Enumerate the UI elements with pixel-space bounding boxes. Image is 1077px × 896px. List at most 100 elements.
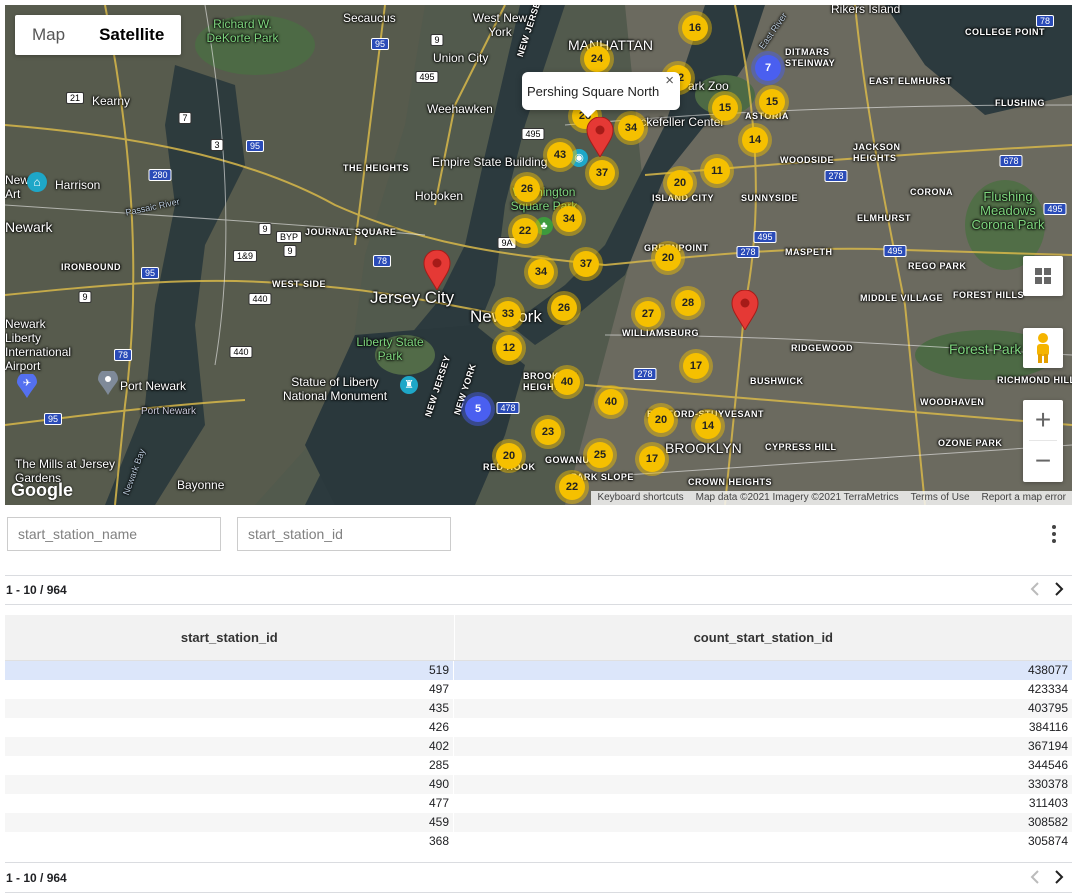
station-cluster[interactable]: 16: [682, 15, 708, 41]
station-cluster[interactable]: 33: [495, 301, 521, 327]
station-cluster[interactable]: 20: [496, 443, 522, 469]
station-cluster[interactable]: 14: [695, 413, 721, 439]
station-cluster[interactable]: 34: [556, 206, 582, 232]
previous-page-button[interactable]: [1026, 868, 1044, 886]
next-page-button[interactable]: [1050, 868, 1068, 886]
label-empire-state: Empire State Building: [432, 155, 548, 169]
station-cluster[interactable]: 5: [465, 396, 491, 422]
station-cluster[interactable]: 17: [639, 446, 665, 472]
station-cluster[interactable]: 14: [742, 127, 768, 153]
table-row[interactable]: 435 403795: [5, 699, 1072, 718]
map-data-text: Map data ©2021 Imagery ©2021 TerraMetric…: [695, 492, 899, 503]
pagination-range: 1 - 10 / 964: [6, 871, 67, 885]
fullscreen-button[interactable]: [1023, 256, 1063, 296]
table-row[interactable]: 497 423334: [5, 680, 1072, 699]
highway-shield: 95: [370, 38, 390, 50]
station-cluster[interactable]: 40: [598, 389, 624, 415]
station-cluster[interactable]: 20: [648, 407, 674, 433]
start-station-id-filter[interactable]: [237, 517, 451, 551]
map-type-satellite-button[interactable]: Satellite: [82, 15, 181, 55]
highway-shield: 278: [633, 368, 657, 380]
google-logo[interactable]: Google: [11, 480, 73, 501]
station-cluster[interactable]: 28: [675, 290, 701, 316]
previous-page-button[interactable]: [1026, 580, 1044, 598]
station-cluster[interactable]: 7: [755, 55, 781, 81]
museum-icon[interactable]: ⌂: [27, 172, 47, 192]
label-middle-village: MIDDLE VILLAGE: [860, 293, 943, 303]
table-row[interactable]: 490 330378: [5, 775, 1072, 794]
station-cluster[interactable]: 23: [535, 419, 561, 445]
table-row[interactable]: 426 384116: [5, 718, 1072, 737]
info-window: Pershing Square North ×: [522, 72, 680, 118]
satellite-map[interactable]: MANHATTAN Jersey City New York BROOKLYN …: [5, 5, 1072, 505]
highway-shield: 495: [753, 231, 777, 243]
station-cluster[interactable]: 22: [512, 218, 538, 244]
keyboard-shortcuts-link[interactable]: Keyboard shortcuts: [591, 491, 689, 505]
table-row[interactable]: 519 438077: [5, 661, 1072, 680]
start-station-name-filter[interactable]: [7, 517, 221, 551]
place-pin-icon[interactable]: [98, 369, 118, 395]
station-cluster[interactable]: 27: [635, 301, 661, 327]
station-cluster[interactable]: 24: [584, 46, 610, 72]
station-cluster[interactable]: 22: [559, 474, 585, 500]
map-type-control: Map Satellite: [15, 15, 182, 55]
station-cluster[interactable]: 43: [547, 142, 573, 168]
label-newark-airport: Newark Liberty International Airport: [5, 317, 72, 373]
station-cluster[interactable]: 11: [704, 158, 730, 184]
map-marker-pin[interactable]: [586, 117, 614, 157]
table-cell: 330378: [1027, 777, 1068, 791]
more-options-icon[interactable]: [1044, 522, 1064, 546]
divider: [5, 604, 1072, 605]
station-cluster[interactable]: 34: [528, 259, 554, 285]
table-cell: 384116: [1028, 720, 1068, 734]
monument-icon[interactable]: ♜: [400, 376, 418, 394]
next-page-button[interactable]: [1050, 580, 1068, 598]
table-cell: 285: [5, 756, 454, 775]
zoom-control: + −: [1023, 400, 1063, 482]
station-cluster[interactable]: 34: [618, 115, 644, 141]
station-cluster[interactable]: 17: [683, 353, 709, 379]
highway-shield: 278: [824, 170, 848, 182]
table-row[interactable]: 368 305874: [5, 832, 1072, 851]
station-cluster[interactable]: 26: [551, 295, 577, 321]
table-row[interactable]: 285 344546: [5, 756, 1072, 775]
zoom-out-button[interactable]: −: [1023, 441, 1063, 481]
station-cluster[interactable]: 15: [712, 95, 738, 121]
close-icon[interactable]: ×: [665, 72, 674, 89]
station-cluster[interactable]: 26: [514, 176, 540, 202]
station-cluster[interactable]: 37: [573, 251, 599, 277]
label-statue-liberty: Statue of Liberty National Monument: [282, 375, 388, 403]
divider: [5, 862, 1072, 863]
station-cluster[interactable]: 37: [589, 160, 615, 186]
station-cluster[interactable]: 12: [496, 335, 522, 361]
label-crown-heights: CROWN HEIGHTS: [688, 477, 772, 487]
street-view-pegman-button[interactable]: [1023, 328, 1063, 368]
table-row[interactable]: 459 308582: [5, 813, 1072, 832]
column-header-start-station-id[interactable]: start_station_id: [5, 615, 455, 660]
column-header-count-start-station-id[interactable]: count_start_station_id: [455, 615, 1072, 660]
table-row[interactable]: 477 311403: [5, 794, 1072, 813]
zoom-in-button[interactable]: +: [1023, 400, 1063, 440]
airport-icon[interactable]: ✈: [17, 372, 37, 398]
divider: [5, 575, 1072, 576]
label-flushing: FLUSHING: [995, 98, 1045, 108]
label-williamsburg: WILLIAMSBURG: [622, 328, 699, 338]
station-cluster[interactable]: 20: [655, 245, 681, 271]
map-marker-pin[interactable]: [423, 250, 451, 290]
table-cell: 311403: [1028, 796, 1068, 810]
map-type-map-button[interactable]: Map: [15, 15, 82, 55]
highway-shield: 78: [372, 255, 392, 267]
highway-shield: 478: [496, 402, 520, 414]
report-map-error-link[interactable]: Report a map error: [976, 491, 1072, 505]
label-hoboken: Hoboken: [415, 189, 464, 203]
station-cluster[interactable]: 25: [587, 442, 613, 468]
highway-shield: 3: [210, 139, 224, 151]
table-row[interactable]: 402 367194: [5, 737, 1072, 756]
station-cluster[interactable]: 40: [554, 369, 580, 395]
label-newark: Newark: [5, 219, 53, 235]
table-cell: 435: [5, 699, 454, 718]
map-marker-pin[interactable]: [731, 290, 759, 330]
station-cluster[interactable]: 15: [759, 89, 785, 115]
terms-of-use-link[interactable]: Terms of Use: [905, 491, 976, 505]
station-cluster[interactable]: 20: [667, 170, 693, 196]
